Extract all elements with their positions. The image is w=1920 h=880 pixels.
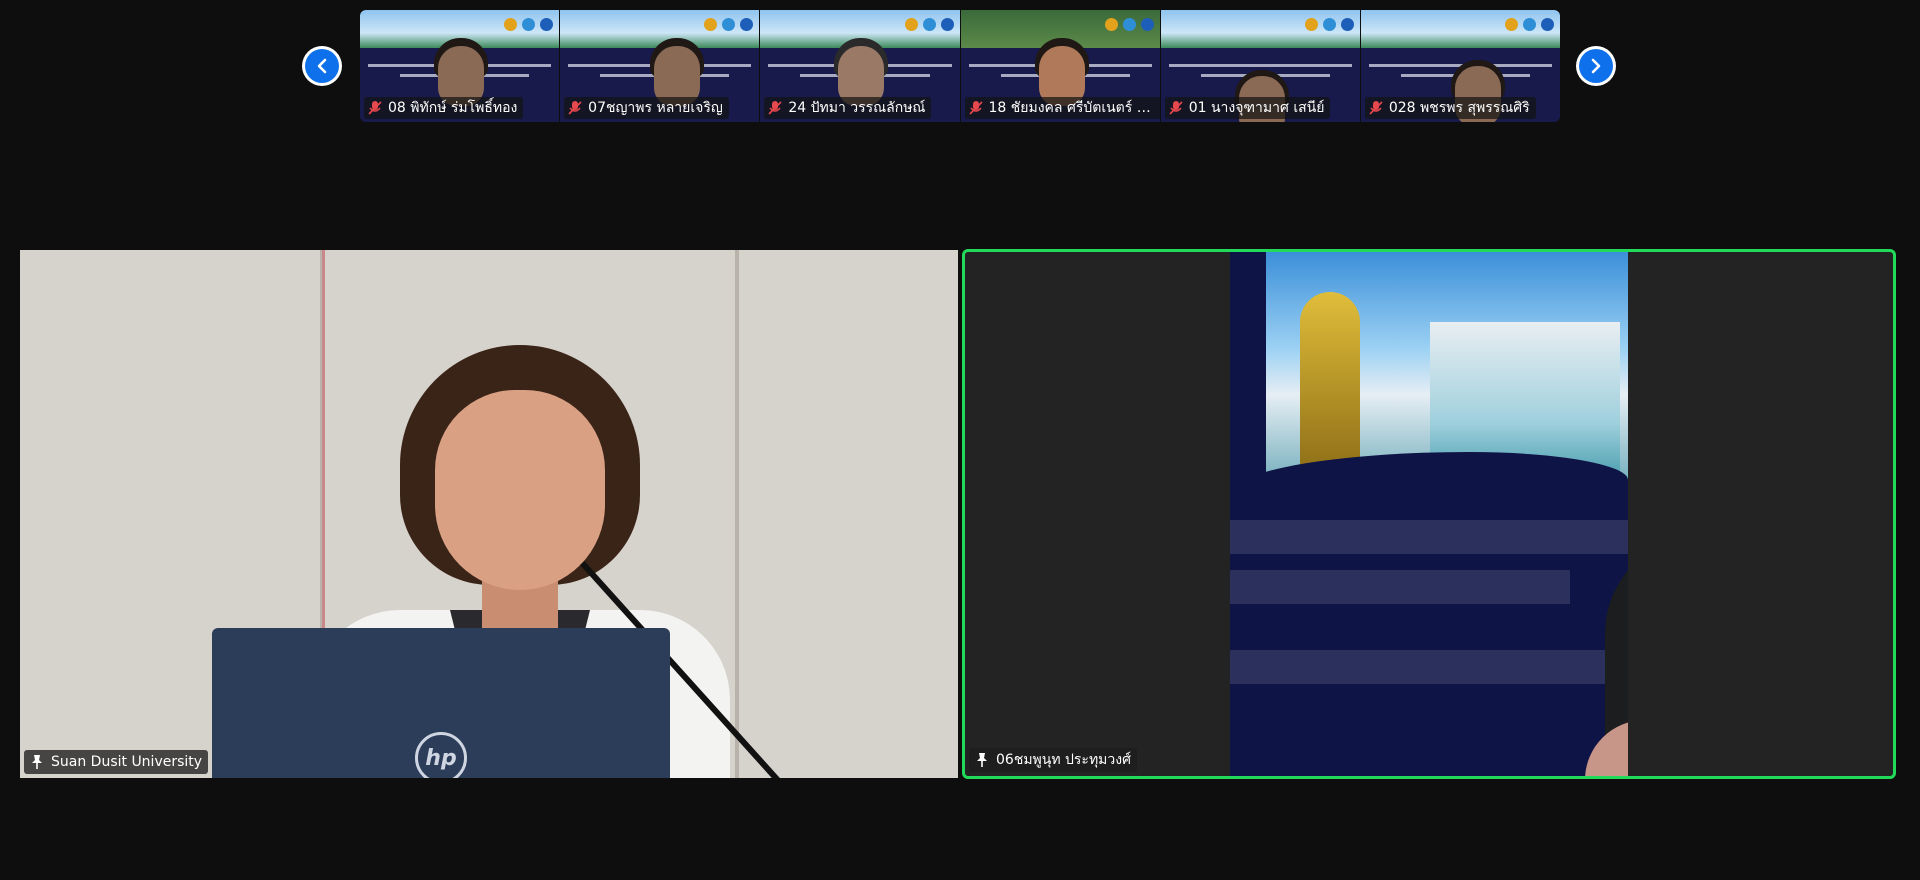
pin-icon [977, 753, 987, 767]
participant-thumbnail[interactable]: 24 ปัทมา วรรณลักษณ์ [760, 10, 961, 122]
participant-name: 028 พชรพร สุพรรณศิริ [1388, 100, 1530, 116]
video-tile-left[interactable]: hp Suan Dusit University [20, 250, 958, 778]
mic-muted-icon [1369, 101, 1383, 115]
participant-name-tag: 01 นางจุฑามาศ เสนีย์ [1164, 97, 1331, 119]
participant-name: 06ชมพูนุท ประทุมวงศ์ [996, 752, 1131, 768]
participant-thumbnail[interactable]: 028 พชรพร สุพรรณศิริ [1360, 10, 1560, 122]
gallery-prev-button[interactable] [302, 46, 342, 86]
participant-thumbnail[interactable]: 18 ชัยมงคล ศรีบัตเนตร์ ว... [960, 10, 1161, 122]
mic-muted-icon [368, 101, 382, 115]
participant-name-tag: 028 พชรพร สุพรรณศิริ [1364, 97, 1536, 119]
mic-muted-icon [1169, 101, 1183, 115]
participant-thumbnail[interactable]: 01 นางจุฑามาศ เสนีย์ [1160, 10, 1361, 122]
participant-thumbnail[interactable]: 08 พิทักษ์ ร่มโพธิ์ทอง [360, 10, 561, 122]
participant-name-tag: 06ชมพูนุท ประทุมวงศ์ [969, 748, 1137, 772]
participant-name-tag: 07ชญาพร หลายเจริญ [564, 97, 729, 119]
chevron-right-icon [1579, 49, 1613, 83]
mic-muted-icon [568, 101, 582, 115]
participant-name-tag: 08 พิทักษ์ ร่มโพธิ์ทอง [364, 97, 524, 119]
pin-icon [32, 755, 42, 769]
gallery-strip: 08 พิทักษ์ ร่มโพธิ์ทอง 07ชญาพร หลายเจริญ… [360, 10, 1560, 122]
participant-thumbnail[interactable]: 07ชญาพร หลายเจริญ [560, 10, 761, 122]
video-tile-right-active-speaker[interactable]: 06ชมพูนุท ประทุมวงศ์ [962, 249, 1896, 779]
participant-name: Suan Dusit University [51, 754, 203, 770]
participant-name: 08 พิทักษ์ ร่มโพธิ์ทอง [388, 100, 518, 116]
chevron-left-icon [305, 49, 339, 83]
participant-name-tag: Suan Dusit University [24, 750, 209, 774]
participant-name: 24 ปัทมา วรรณลักษณ์ [788, 100, 926, 116]
mic-muted-icon [968, 101, 983, 115]
participant-name: 18 ชัยมงคล ศรีบัตเนตร์ ว... [988, 100, 1157, 116]
video-feed [1230, 252, 1628, 776]
participant-name: 01 นางจุฑามาศ เสนีย์ [1188, 100, 1325, 116]
participant-name: 07ชญาพร หลายเจริญ [588, 100, 723, 116]
participant-name-tag: 18 ชัยมงคล ศรีบัตเนตร์ ว... [964, 97, 1160, 119]
gallery-next-button[interactable] [1576, 46, 1616, 86]
mic-muted-icon [768, 101, 782, 115]
participant-name-tag: 24 ปัทมา วรรณลักษณ์ [764, 97, 932, 119]
